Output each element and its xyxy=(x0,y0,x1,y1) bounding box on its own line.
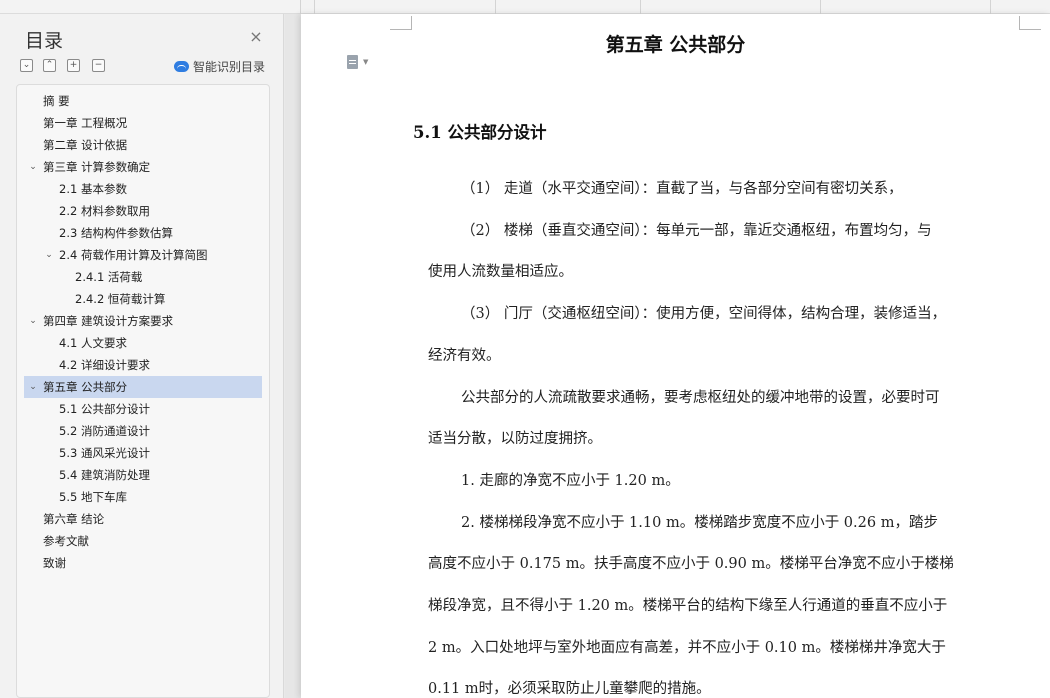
chevron-down-icon[interactable]: ⌄ xyxy=(27,310,39,332)
body-text-line: 适当分散，以防过度拥挤。 xyxy=(428,431,602,448)
toc-item[interactable]: 致谢 xyxy=(24,552,262,574)
toc-item-label: 2.3 结构构件参数估算 xyxy=(59,226,173,240)
toc-item[interactable]: 5.1 公共部分设计 xyxy=(24,398,262,420)
ruler-tick xyxy=(495,0,496,14)
document-page[interactable]: ▼ 第五章 公共部分 5.1 公共部分设计 （1） 走道（水平交通空间）：直截了… xyxy=(301,14,1050,698)
toc-item-label: 第六章 结论 xyxy=(43,512,105,526)
body-text-line: 0.11 m时，必须采取防止儿童攀爬的措施。 xyxy=(428,681,711,698)
section-title: 5.1 公共部分设计 xyxy=(413,123,547,142)
ruler-tick xyxy=(820,0,821,14)
toc-item[interactable]: 2.1 基本参数 xyxy=(24,178,262,200)
dropdown-arrow-icon[interactable]: ▼ xyxy=(363,58,368,66)
ruler-tick xyxy=(300,0,301,14)
toc-item[interactable]: 5.4 建筑消防处理 xyxy=(24,464,262,486)
toc-item-label: 5.2 消防通道设计 xyxy=(59,424,150,438)
cloud-icon xyxy=(174,60,189,72)
toc-item-label: 2.1 基本参数 xyxy=(59,182,127,196)
add-heading-button[interactable]: + xyxy=(67,59,80,72)
toc-item[interactable]: ⌄ 第五章 公共部分 xyxy=(24,376,262,398)
chapter-title: 第五章 公共部分 xyxy=(605,34,746,56)
body-text-line: （3） 门厅（交通枢纽空间）：使用方便，空间得体，结构合理，装修适当， xyxy=(461,306,947,323)
toc-item[interactable]: 4.1 人文要求 xyxy=(24,332,262,354)
expand-all-button[interactable]: ⌃ xyxy=(43,59,56,72)
body-text-line: （2） 楼梯（垂直交通空间）：每单元一部，靠近交通枢纽，布置均匀，与 xyxy=(461,222,932,239)
document-area: ▼ 第五章 公共部分 5.1 公共部分设计 （1） 走道（水平交通空间）：直截了… xyxy=(285,14,1050,698)
page-corner-mark xyxy=(1019,16,1041,30)
chevron-down-icon[interactable]: ⌄ xyxy=(27,376,39,398)
toc-item-label: 2.2 材料参数取用 xyxy=(59,204,150,218)
toc-item[interactable]: 5.5 地下车库 xyxy=(24,486,262,508)
toc-item-label: 致谢 xyxy=(43,556,66,570)
body-text-line: 使用人流数量相适应。 xyxy=(428,264,573,281)
close-icon[interactable]: × xyxy=(247,28,265,46)
toc-item-label: 5.5 地下车库 xyxy=(59,490,127,504)
ruler-tick xyxy=(990,0,991,14)
toc-item-label: 2.4.2 恒荷载计算 xyxy=(75,292,166,306)
nav-title: 目录 xyxy=(25,30,64,52)
top-ruler xyxy=(0,0,1050,14)
toc-item-label: 第五章 公共部分 xyxy=(43,380,128,394)
toc-item-label: 5.4 建筑消防处理 xyxy=(59,468,150,482)
toc-item[interactable]: 2.2 材料参数取用 xyxy=(24,200,262,222)
remove-heading-button[interactable]: − xyxy=(92,59,105,72)
document-icon[interactable] xyxy=(347,55,358,69)
toc-item-label: 第一章 工程概况 xyxy=(43,116,128,130)
toc-item[interactable]: 参考文献 xyxy=(24,530,262,552)
toc-item-label: 2.4 荷载作用计算及计算简图 xyxy=(59,248,208,262)
smart-toc-label: 智能识别目录 xyxy=(193,59,266,74)
toc-item[interactable]: ⌄ 第四章 建筑设计方案要求 xyxy=(24,310,262,332)
toc-item[interactable]: 2.3 结构构件参数估算 xyxy=(24,222,262,244)
toc-item-label: 第三章 计算参数确定 xyxy=(43,160,151,174)
toc-item[interactable]: 2.4.2 恒荷载计算 xyxy=(24,288,262,310)
body-text-line: 2 m。入口处地坪与室外地面应有高差，并不应小于 0.10 m。楼梯梯井净宽大于 xyxy=(428,639,946,656)
toc-item-label: 2.4.1 活荷载 xyxy=(75,270,143,284)
toc-item[interactable]: ⌄ 2.4 荷载作用计算及计算简图 xyxy=(24,244,262,266)
toc-item[interactable]: 第一章 工程概况 xyxy=(24,112,262,134)
toc-item[interactable]: 5.3 通风采光设计 xyxy=(24,442,262,464)
ruler-tick xyxy=(314,0,315,14)
chevron-down-icon[interactable]: ⌄ xyxy=(27,156,39,178)
smart-toc-button[interactable]: 智能识别目录 xyxy=(174,58,265,74)
ruler-tick xyxy=(640,0,641,14)
toc-item[interactable]: ⌄ 第三章 计算参数确定 xyxy=(24,156,262,178)
toc-item[interactable]: 4.2 详细设计要求 xyxy=(24,354,262,376)
toc-item-label: 第四章 建筑设计方案要求 xyxy=(43,314,174,328)
body-text-line: （1） 走道（水平交通空间）：直截了当，与各部分空间有密切关系， xyxy=(461,181,903,197)
body-text-line: 高度不应小于 0.175 m。扶手高度不应小于 0.90 m。楼梯平台净宽不应小… xyxy=(428,556,954,573)
toc-item[interactable]: 摘 要 xyxy=(24,90,262,112)
navigation-pane: 目录 × ⌄ ⌃ + − 智能识别目录 摘 要第一章 工程概况 第二章 设计依据 ⌄… xyxy=(0,14,284,698)
toc-item-label: 5.3 通风采光设计 xyxy=(59,446,150,460)
toc-item-label: 4.2 详细设计要求 xyxy=(59,358,150,372)
toc-item-label: 摘 要 xyxy=(43,94,70,108)
toc-item-label: 5.1 公共部分设计 xyxy=(59,402,150,416)
chevron-down-icon[interactable]: ⌄ xyxy=(43,244,55,266)
toc-item[interactable]: 5.2 消防通道设计 xyxy=(24,420,262,442)
body-text-line: 梯段净宽，且不得小于 1.20 m。楼梯平台的结构下缘至人行通道的垂直不应小于 xyxy=(428,598,948,614)
toc-item[interactable]: 2.4.1 活荷载 xyxy=(24,266,262,288)
toc-item[interactable]: 第六章 结论 xyxy=(24,508,262,530)
toc-item-label: 参考文献 xyxy=(43,534,89,548)
body-text-line: 公共部分的人流疏散要求通畅，要考虑枢纽处的缓冲地带的设置，必要时可 xyxy=(461,389,940,406)
page-corner-mark xyxy=(390,16,412,30)
toc-item-label: 第二章 设计依据 xyxy=(43,138,128,152)
body-text-line: 经济有效。 xyxy=(428,347,501,364)
collapse-all-button[interactable]: ⌄ xyxy=(20,59,33,72)
toc-list: 摘 要第一章 工程概况 第二章 设计依据 ⌄ 第三章 计算参数确定 2.1 基本参数 2.… xyxy=(16,84,270,698)
body-text-line: 1. 走廊的净宽不应小于 1.20 m。 xyxy=(461,472,680,489)
toc-item-label: 4.1 人文要求 xyxy=(59,336,127,350)
toc-item[interactable]: 第二章 设计依据 xyxy=(24,134,262,156)
body-text-line: 2. 楼梯梯段净宽不应小于 1.10 m。楼梯踏步宽度不应小于 0.26 m，踏… xyxy=(461,514,938,531)
